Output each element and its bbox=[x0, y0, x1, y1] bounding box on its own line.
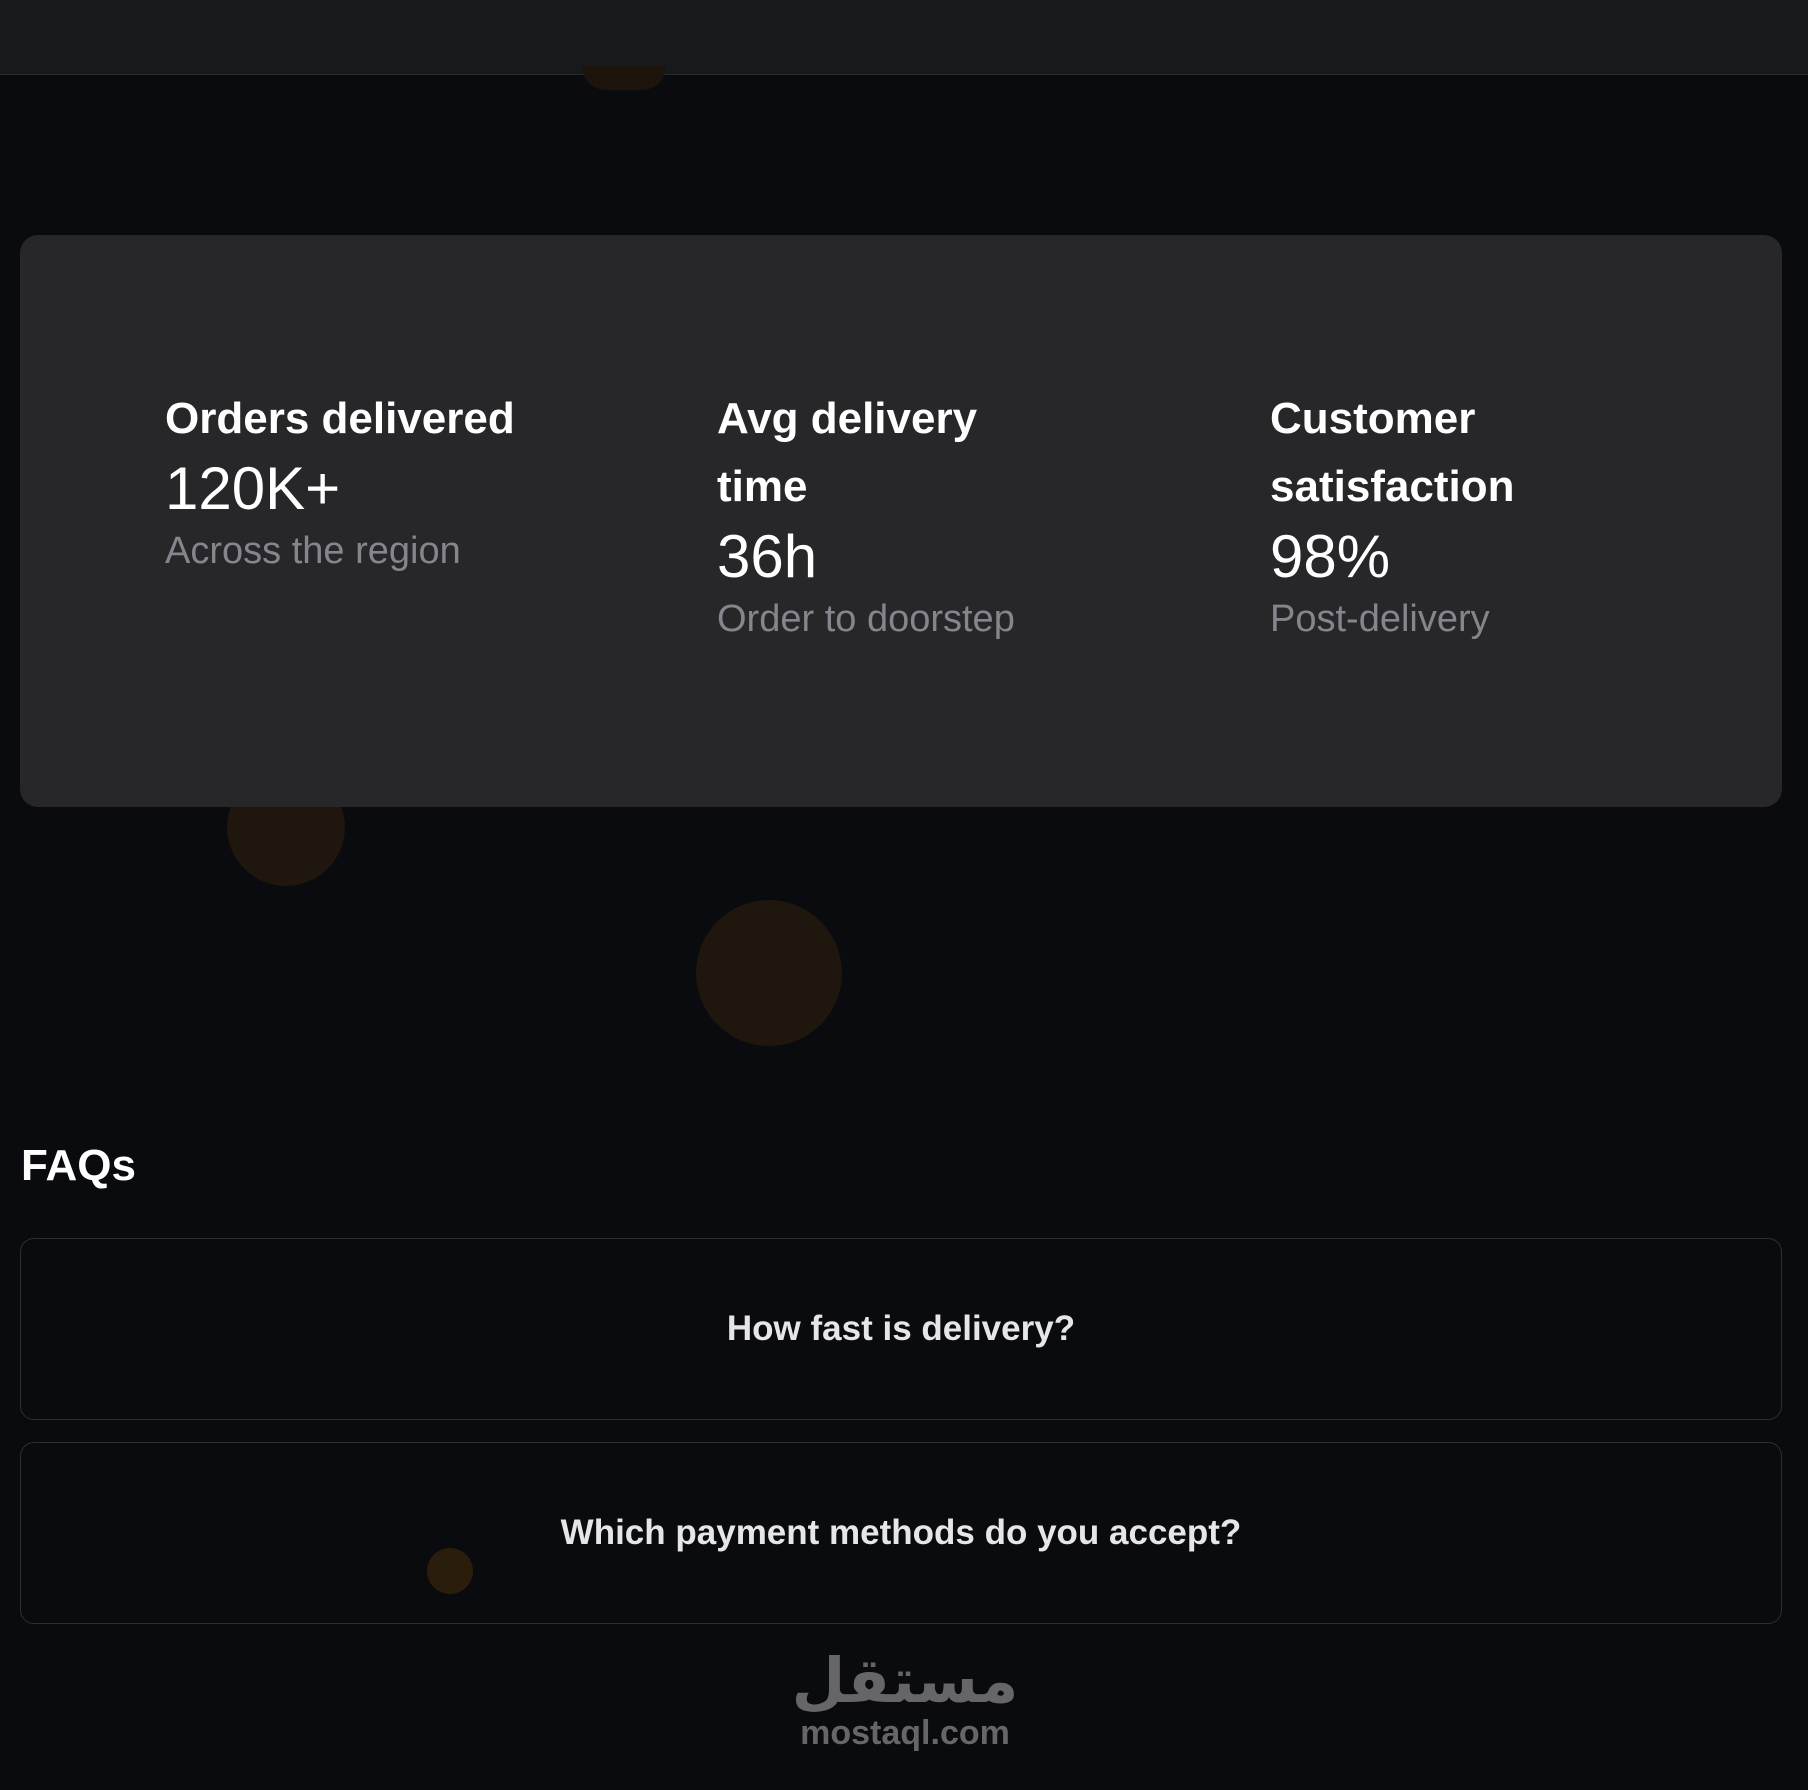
faq-title: FAQs bbox=[21, 1141, 136, 1190]
stat-caption: Across the region bbox=[165, 530, 461, 572]
decorative-blob bbox=[582, 66, 666, 90]
stat-value: 98% bbox=[1270, 523, 1391, 590]
stat-caption: Order to doorstep bbox=[717, 598, 1015, 640]
faq-item[interactable]: How fast is delivery? bbox=[20, 1238, 1782, 1420]
stat-avg-delivery-time: Avg delivery time 36h Order to doorstep bbox=[717, 385, 1077, 645]
stat-label: Orders delivered bbox=[165, 394, 515, 443]
stat-label: Avg delivery time bbox=[717, 394, 978, 511]
stat-orders-delivered: Orders delivered 120K+ Across the region bbox=[165, 385, 585, 577]
watermark-logo: مستقل mostaql.com bbox=[790, 1645, 1020, 1753]
stat-customer-satisfaction: Customer satisfaction 98% Post-delivery bbox=[1270, 385, 1630, 645]
stat-label: Customer satisfaction bbox=[1270, 394, 1515, 511]
top-bar bbox=[0, 0, 1808, 75]
watermark-arabic: مستقل bbox=[791, 1644, 1019, 1717]
decorative-blob bbox=[696, 900, 842, 1046]
faq-item[interactable]: Which payment methods do you accept? bbox=[20, 1442, 1782, 1624]
faq-question[interactable]: Which payment methods do you accept? bbox=[561, 1513, 1242, 1553]
stat-value: 36h bbox=[717, 523, 818, 590]
stat-caption: Post-delivery bbox=[1270, 598, 1490, 640]
stat-value: 120K+ bbox=[165, 455, 341, 522]
watermark-latin: mostaql.com bbox=[800, 1714, 1010, 1752]
stats-card: Orders delivered 120K+ Across the region… bbox=[20, 235, 1782, 807]
faq-question[interactable]: How fast is delivery? bbox=[727, 1309, 1075, 1349]
decorative-blob bbox=[427, 1548, 473, 1594]
